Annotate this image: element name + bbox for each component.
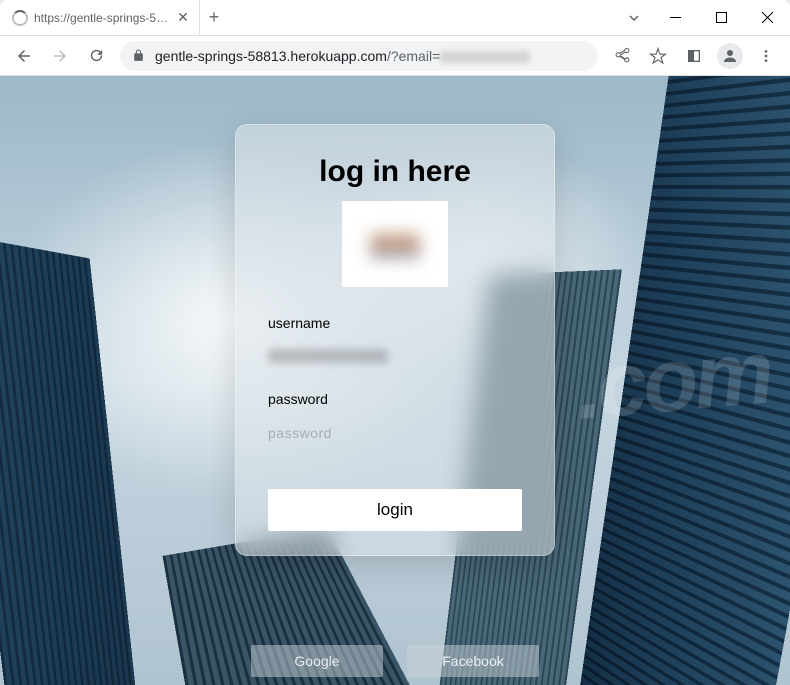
- login-button[interactable]: login: [268, 489, 522, 531]
- password-label: password: [268, 391, 522, 407]
- menu-icon[interactable]: [750, 40, 782, 72]
- share-icon[interactable]: [606, 40, 638, 72]
- browser-toolbar: gentle-springs-58813.herokuapp.com/?emai…: [0, 36, 790, 76]
- login-title: log in here: [268, 155, 522, 189]
- redacted-content: [370, 233, 420, 259]
- chevron-down-icon[interactable]: [616, 0, 652, 35]
- lock-icon: [132, 49, 145, 62]
- loading-spinner-icon: [12, 10, 28, 26]
- maximize-button[interactable]: [698, 0, 744, 36]
- extensions-icon[interactable]: [678, 40, 710, 72]
- close-window-button[interactable]: [744, 0, 790, 36]
- google-login-button[interactable]: Google: [251, 645, 383, 677]
- title-bar: https://gentle-springs-58813.her ✕ +: [0, 0, 790, 36]
- new-tab-button[interactable]: +: [200, 0, 228, 35]
- facebook-login-button[interactable]: Facebook: [407, 645, 539, 677]
- back-button[interactable]: [8, 40, 40, 72]
- tab-title: https://gentle-springs-58813.her: [34, 11, 169, 25]
- browser-tab[interactable]: https://gentle-springs-58813.her ✕: [0, 0, 200, 35]
- close-tab-icon[interactable]: ✕: [175, 10, 191, 26]
- browser-window: https://gentle-springs-58813.her ✕ +: [0, 0, 790, 685]
- forward-button[interactable]: [44, 40, 76, 72]
- password-input[interactable]: password: [268, 425, 522, 441]
- username-input[interactable]: [268, 349, 388, 363]
- social-buttons: Google Facebook: [251, 645, 539, 677]
- username-label: username: [268, 315, 522, 331]
- reload-button[interactable]: [80, 40, 112, 72]
- redacted-content: [440, 51, 530, 63]
- window-controls: [652, 0, 790, 35]
- login-card: log in here username password password l…: [235, 124, 555, 556]
- bookmark-star-icon[interactable]: [642, 40, 674, 72]
- minimize-button[interactable]: [652, 0, 698, 36]
- page-content: .com log in here username password passw…: [0, 76, 790, 685]
- profile-avatar[interactable]: [714, 40, 746, 72]
- address-bar[interactable]: gentle-springs-58813.herokuapp.com/?emai…: [120, 41, 598, 71]
- url-text: gentle-springs-58813.herokuapp.com/?emai…: [155, 48, 586, 64]
- logo-image: [342, 201, 448, 287]
